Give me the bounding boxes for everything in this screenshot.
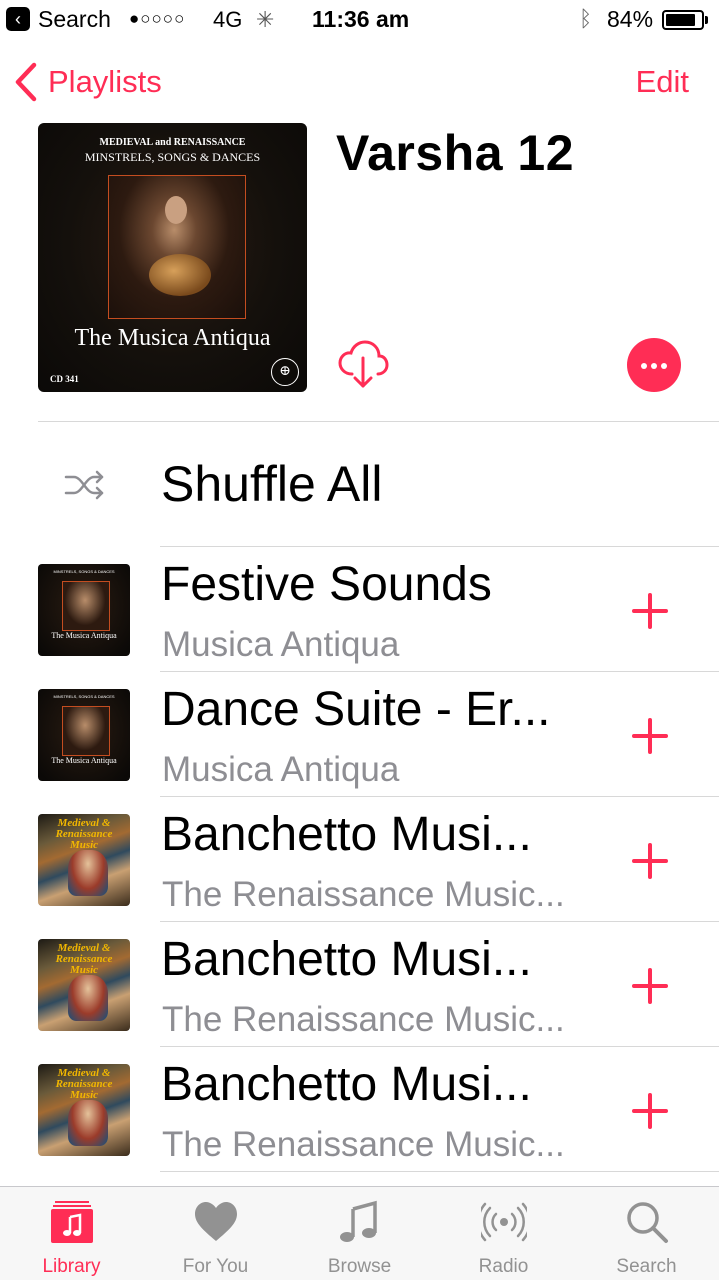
search-icon — [626, 1202, 668, 1243]
back-to-app-icon[interactable]: ‹ — [6, 7, 30, 31]
artwork-line1: MEDIEVAL and RENAISSANCE — [99, 137, 246, 148]
artwork-mini-title: Medieval & Renaissance Music — [55, 942, 113, 976]
artwork-painting — [108, 175, 246, 319]
shuffle-all-button[interactable]: Shuffle All — [161, 455, 382, 513]
tab-label: Radio — [478, 1256, 529, 1277]
song-title: Festive Sounds — [161, 558, 492, 611]
playlist-artwork[interactable]: MEDIEVAL and RENAISSANCE MINSTRELS, SONG… — [38, 123, 307, 392]
clock: 11:36 am — [312, 6, 410, 32]
add-song-button[interactable] — [628, 589, 672, 633]
chevron-left-icon — [15, 62, 37, 102]
tab-library[interactable]: Library — [0, 1187, 143, 1281]
tab-label: Browse — [327, 1256, 392, 1277]
battery-cap — [705, 16, 708, 24]
song-title: Banchetto Musi... — [161, 1058, 532, 1111]
song-title: Banchetto Musi... — [161, 933, 532, 986]
song-row[interactable]: Medieval & Renaissance Music Banchetto Mu… — [0, 922, 719, 1047]
more-options-button[interactable] — [627, 338, 681, 392]
song-row[interactable]: MINSTRELS, SONGS & DANCES The Musica Anti… — [0, 547, 719, 672]
song-artwork: Medieval & Renaissance Music — [38, 814, 130, 906]
artwork-mini-painting — [62, 581, 110, 631]
artwork-title: The Musica Antiqua — [74, 325, 271, 351]
plus-icon — [632, 1093, 668, 1129]
more-dot-icon — [661, 363, 667, 369]
bluetooth-icon: ᛒ — [579, 6, 593, 31]
song-artist: Musica Antiqua — [162, 750, 400, 789]
more-dot-icon — [651, 363, 657, 369]
cloud-download-icon — [338, 340, 389, 388]
tab-radio[interactable]: Radio — [432, 1187, 575, 1281]
radio-icon — [480, 1202, 527, 1242]
tab-label: Library — [42, 1256, 101, 1277]
song-title: Banchetto Musi... — [161, 808, 532, 861]
back-button[interactable]: Playlists — [14, 60, 162, 104]
library-icon — [50, 1201, 93, 1243]
song-row[interactable]: MINSTRELS, SONGS & DANCES The Musica Anti… — [0, 672, 719, 797]
back-button-label: Playlists — [48, 64, 162, 99]
plus-icon — [632, 843, 668, 879]
artwork-mini-figure — [68, 850, 108, 896]
heart-icon — [194, 1202, 237, 1241]
artwork-catalog: CD 341 — [50, 374, 79, 384]
divider — [160, 1171, 719, 1172]
artwork-mini-figure — [68, 1100, 108, 1146]
artwork-mini-painting — [62, 706, 110, 756]
status-bar: ‹ Search ●○○○○ 4G ✳ 11:36 am ᛒ 84% — [0, 0, 719, 40]
download-button[interactable] — [337, 338, 389, 390]
song-artwork: Medieval & Renaissance Music — [38, 1064, 130, 1156]
add-song-button[interactable] — [628, 839, 672, 883]
plus-icon — [632, 718, 668, 754]
song-artist: Musica Antiqua — [162, 625, 400, 664]
song-artist: The Renaissance Music... — [162, 875, 565, 914]
activity-spinner-icon: ✳ — [256, 7, 275, 32]
shuffle-icon[interactable] — [64, 468, 106, 502]
playlist-title: Varsha 12 — [336, 125, 575, 181]
artwork-mini-title: The Musica Antiqua — [51, 756, 117, 765]
artwork-line2: MINSTRELS, SONGS & DANCES — [84, 150, 261, 164]
plus-icon — [632, 968, 668, 1004]
add-song-button[interactable] — [628, 964, 672, 1008]
song-row[interactable]: Medieval & Renaissance Music Banchetto Mu… — [0, 1047, 719, 1172]
artwork-mini-title: The Musica Antiqua — [51, 631, 117, 640]
artwork-mini-title: Medieval & Renaissance Music — [55, 817, 113, 851]
song-artwork: MINSTRELS, SONGS & DANCES The Musica Anti… — [38, 689, 130, 781]
artwork-mini-header: MINSTRELS, SONGS & DANCES — [53, 694, 115, 699]
battery-icon — [662, 10, 704, 30]
plus-icon — [632, 593, 668, 629]
song-artist: The Renaissance Music... — [162, 1000, 565, 1039]
artwork-mini-figure — [68, 975, 108, 1021]
battery-percent: 84% — [607, 6, 654, 32]
song-artwork: MINSTRELS, SONGS & DANCES The Musica Anti… — [38, 564, 130, 656]
painting-face — [165, 196, 187, 224]
song-artwork: Medieval & Renaissance Music — [38, 939, 130, 1031]
tab-label: For You — [182, 1256, 249, 1277]
battery-fill — [666, 14, 695, 26]
add-song-button[interactable] — [628, 1089, 672, 1133]
divider — [38, 421, 719, 422]
back-to-app-label[interactable]: Search — [38, 6, 111, 33]
signal-strength: ●○○○○ — [129, 9, 186, 28]
tab-bar: Library For You Browse Radio Search — [0, 1186, 719, 1280]
add-song-button[interactable] — [628, 714, 672, 758]
song-row[interactable]: Medieval & Renaissance Music Banchetto Mu… — [0, 797, 719, 922]
network-type: 4G — [213, 7, 243, 32]
painting-lute — [149, 254, 211, 296]
artwork-mini-title: Medieval & Renaissance Music — [55, 1067, 113, 1101]
song-artist: The Renaissance Music... — [162, 1125, 565, 1164]
globe-seal-icon: ⊕ — [271, 358, 299, 386]
tab-browse[interactable]: Browse — [288, 1187, 431, 1281]
song-title: Dance Suite - Er... — [161, 683, 551, 736]
tab-search[interactable]: Search — [575, 1187, 718, 1281]
more-dot-icon — [641, 363, 647, 369]
tab-for-you[interactable]: For You — [144, 1187, 287, 1281]
tab-label: Search — [616, 1256, 677, 1277]
artwork-mini-header: MINSTRELS, SONGS & DANCES — [53, 569, 115, 574]
edit-button[interactable]: Edit — [636, 60, 689, 104]
music-note-icon — [339, 1200, 377, 1242]
